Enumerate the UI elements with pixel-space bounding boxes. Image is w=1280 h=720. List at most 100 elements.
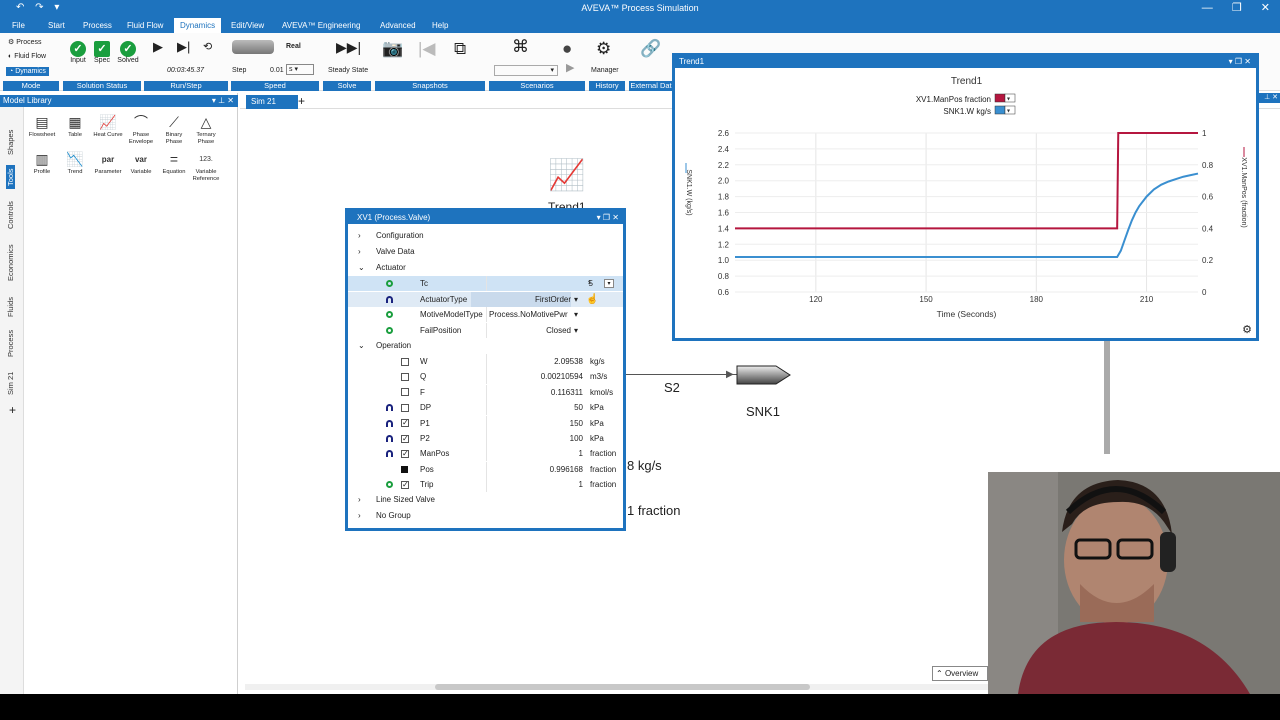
menu-help[interactable]: Help (432, 21, 448, 30)
menu-aveva-engineering[interactable]: AVEVA™ Engineering (282, 21, 360, 30)
panel-controls-icon[interactable]: ▾ ⊥ ✕ (212, 95, 234, 107)
spec-status[interactable]: ✓ Spec (92, 41, 112, 64)
tab-sim21[interactable]: Sim 21 (6, 372, 15, 395)
menu-dynamics[interactable]: Dynamics (174, 18, 222, 33)
window-controls-icon[interactable]: ▾ ❐ ✕ (1229, 56, 1251, 68)
mode-fluid-flow-button[interactable]: ◐ Fluid Flow (8, 53, 46, 60)
checkbox[interactable] (401, 372, 409, 381)
reset-icon[interactable]: ⟲ (203, 40, 212, 53)
history-manager-icon[interactable]: ⚙ (596, 39, 611, 59)
tool-variable-reference[interactable]: 123. Variable Reference (189, 150, 223, 183)
menu-file[interactable]: File (12, 21, 25, 30)
manager-label[interactable]: Manager (591, 67, 619, 74)
prop-row-p2[interactable]: ✓ P2 100 kPa (348, 431, 623, 446)
tool-binary-phase[interactable]: ⟋ Binary Phase (157, 113, 191, 146)
step-icon[interactable]: ▶| (177, 39, 190, 55)
unit-dropdown-icon[interactable]: ▾ (604, 279, 614, 288)
play-scenario-icon[interactable]: ▶ (566, 61, 574, 74)
prop-unit: fraction (590, 480, 617, 490)
tool-heat-curve[interactable]: 📈 Heat Curve (91, 113, 125, 139)
prop-row-tc[interactable]: Tc 5 s ▾ (348, 276, 623, 292)
dropdown-icon[interactable]: ▾ (574, 307, 578, 322)
tool-variable[interactable]: var Variable (124, 150, 158, 176)
stream-s2-line[interactable] (626, 374, 738, 375)
horizontal-scrollbar[interactable] (245, 684, 990, 690)
link-icon[interactable]: 🔗 (640, 39, 661, 59)
mode-process-button[interactable]: ⚙ Process (8, 38, 42, 46)
prop-row-w[interactable]: W 2.09538 kg/s (348, 354, 623, 369)
scenario-select[interactable]: ▾ (494, 65, 558, 76)
tool-ternary-phase[interactable]: △ Ternary Phase (189, 113, 223, 146)
overview-button[interactable]: ⌃ Overview (932, 666, 988, 681)
tool-equation[interactable]: = Equation (157, 150, 191, 176)
prop-row-f[interactable]: F 0.116311 kmol/s (348, 384, 623, 400)
dropdown-icon[interactable]: ▾ (574, 323, 578, 338)
sink-snk1-icon[interactable] (736, 361, 792, 389)
trend-chart[interactable]: Trend1XV1.ManPos fraction ▾SNK1.W kg/s ▾12… (675, 68, 1256, 338)
record-icon[interactable]: ● (562, 39, 572, 59)
checkbox-checked[interactable]: ✓ (401, 449, 409, 458)
menu-advanced[interactable]: Advanced (380, 21, 416, 30)
tab-process[interactable]: Process (6, 330, 15, 357)
prop-row-p1[interactable]: ✓ P1 150 kPa (348, 415, 623, 431)
menu-process[interactable]: Process (83, 21, 112, 30)
trend-block-icon[interactable]: 📈 (548, 158, 585, 193)
dropdown-icon[interactable]: ▾ (574, 292, 578, 307)
tab-fluids[interactable]: Fluids (6, 297, 15, 317)
tab-controls[interactable]: Controls (6, 201, 15, 229)
mode-dynamics-button[interactable]: ◔ Dynamics (6, 67, 49, 76)
section-line-sized-valve[interactable]: › Line Sized Valve (348, 492, 623, 507)
tab-tools[interactable]: Tools (6, 165, 15, 189)
prop-row-trip[interactable]: ✓ Trip 1 fraction (348, 477, 623, 493)
checkbox[interactable] (401, 357, 409, 366)
solved-status[interactable]: ✓ Solved (116, 41, 140, 64)
checkbox[interactable] (401, 388, 409, 397)
scenario-icon[interactable]: ⌘ (512, 37, 529, 57)
settings-gear-icon[interactable]: ⚙ (1242, 323, 1252, 336)
add-canvas-tab-icon[interactable]: + (298, 94, 305, 108)
menu-fluid-flow[interactable]: Fluid Flow (127, 21, 163, 30)
tool-table[interactable]: ▦ Table (58, 113, 92, 139)
checkbox[interactable] (401, 403, 409, 412)
section-actuator[interactable]: ⌄ Actuator (348, 260, 623, 275)
snapshot-manager-icon[interactable]: ⧉ (454, 39, 466, 59)
tool-parameter[interactable]: par Parameter (91, 150, 125, 176)
menu-edit-view[interactable]: Edit/View (231, 21, 264, 30)
section-operation[interactable]: ⌄ Operation (348, 338, 623, 353)
prop-row-motivemodeltype[interactable]: MotiveModelType Process.NoMotivePwr ▾ (348, 307, 623, 322)
checkbox-checked[interactable]: ✓ (401, 419, 409, 428)
prop-row-actuatortype[interactable]: ActuatorType FirstOrder ▾ ☝ (348, 292, 623, 308)
tab-shapes[interactable]: Shapes (6, 130, 15, 155)
window-controls[interactable]: — ❐ ✕ (1202, 1, 1270, 14)
checkbox-checked[interactable]: ✓ (401, 434, 409, 443)
section-no-group[interactable]: › No Group (348, 508, 623, 523)
speed-slider[interactable] (232, 40, 274, 54)
section-configuration[interactable]: › Configuration (348, 228, 623, 243)
window-controls-icon[interactable]: ▾ ❐ ✕ (597, 211, 619, 224)
tool-trend[interactable]: 📉 Trend (58, 150, 92, 176)
prop-row-q[interactable]: Q 0.00210594 m3/s (348, 369, 623, 385)
run-icon[interactable]: ▶ (153, 39, 163, 55)
prop-row-pos[interactable]: Pos 0.996168 fraction (348, 461, 623, 477)
prop-row-dp[interactable]: DP 50 kPa (348, 400, 623, 416)
vertical-scrollbar[interactable] (1104, 340, 1110, 454)
tool-profile[interactable]: ▥ Profile (25, 150, 59, 176)
add-tab-icon[interactable]: + (9, 403, 16, 417)
camera-icon[interactable]: 📷 (382, 39, 403, 59)
menu-start[interactable]: Start (48, 21, 65, 30)
tab-economics[interactable]: Economics (6, 244, 15, 281)
tool-flowsheet[interactable]: ▤ Flowsheet (25, 113, 59, 139)
section-valve-data[interactable]: › Valve Data (348, 244, 623, 259)
step-unit-select[interactable]: s ▾ (286, 64, 314, 75)
prop-row-failposition[interactable]: FailPosition Closed ▾ (348, 323, 623, 338)
snapshot-restore-icon[interactable]: |◀ (418, 39, 436, 59)
checkbox-checked[interactable]: ✓ (401, 480, 409, 489)
scrollbar-thumb[interactable] (435, 684, 810, 690)
tab-sim21-canvas[interactable]: Sim 21 (246, 95, 298, 109)
steady-state-label[interactable]: Steady State (328, 67, 368, 74)
prop-row-manpos[interactable]: ✓ ManPos 1 fraction (348, 446, 623, 462)
input-status[interactable]: ✓ Input (68, 41, 88, 64)
right-panel-controls[interactable]: ⊥ ✕ (1258, 93, 1280, 103)
tool-phase-envelope[interactable]: ⌒ Phase Envelope (124, 113, 158, 146)
fast-forward-icon[interactable]: ▶▶| (336, 39, 361, 56)
